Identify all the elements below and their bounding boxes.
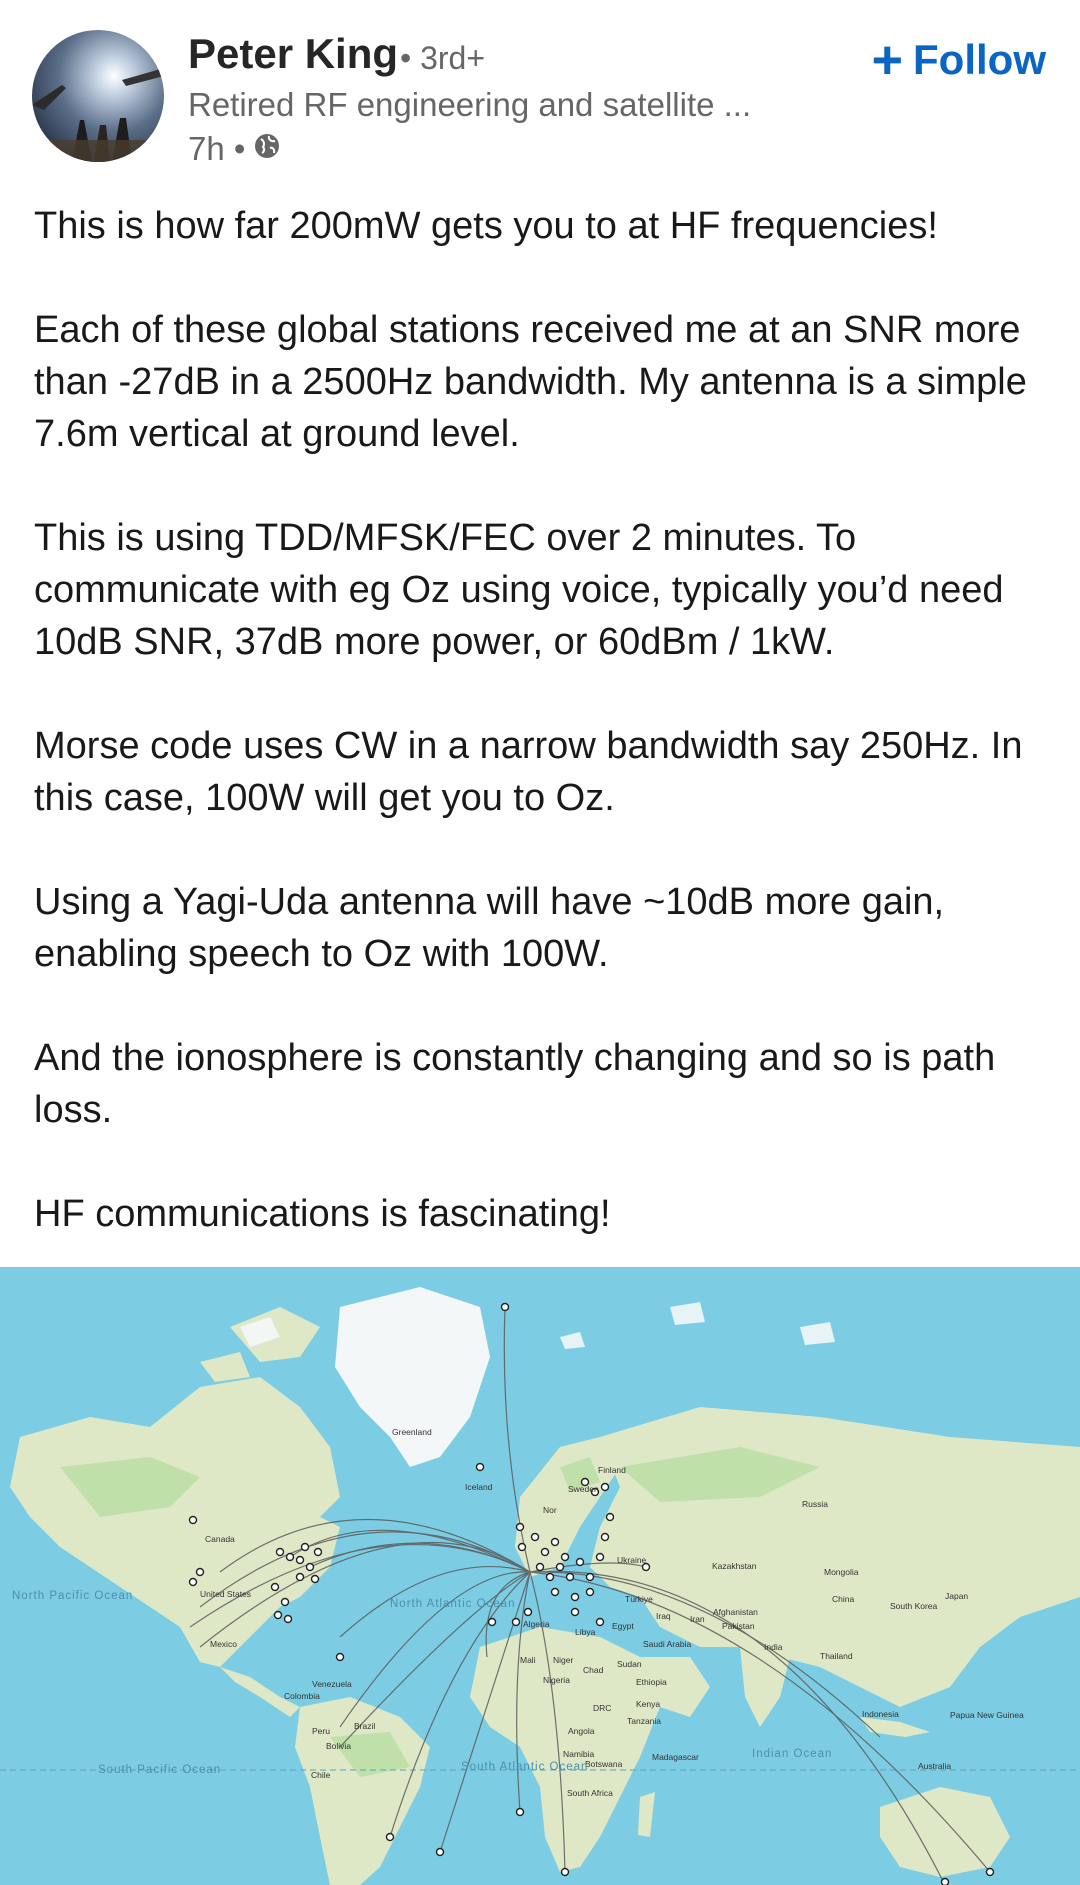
- map-label-mali: Mali: [520, 1655, 536, 1665]
- post-paragraph: Each of these global stations received m…: [34, 309, 1027, 455]
- map-label-greenland: Greenland: [392, 1427, 432, 1437]
- map-label-nigeria: Nigeria: [543, 1675, 570, 1685]
- map-label-drc: DRC: [593, 1703, 611, 1713]
- map-label-chile: Chile: [311, 1770, 331, 1780]
- author-name[interactable]: Peter King: [188, 30, 398, 78]
- post-header: Peter King • 3rd+ Retired RF engineering…: [0, 0, 1080, 190]
- map-label-australia: Australia: [918, 1761, 951, 1771]
- post-paragraph: Using a Yagi-Uda antenna will have ~10dB…: [34, 881, 945, 975]
- map-label-pakistan: Pakistan: [722, 1621, 755, 1631]
- reception-map[interactable]: Greenland Iceland Finland Sweden Nor Rus…: [0, 1267, 1080, 1885]
- post-paragraph: And the ionosphere is constantly changin…: [34, 1037, 996, 1131]
- map-label-kazakhstan: Kazakhstan: [712, 1561, 757, 1571]
- map-label-north-atlantic: North Atlantic Ocean: [390, 1598, 515, 1610]
- map-label-sweden: Sweden: [568, 1484, 599, 1494]
- map-label-botswana: Botswana: [585, 1759, 623, 1769]
- map-label-madagascar: Madagascar: [652, 1752, 699, 1762]
- map-label-brazil: Brazil: [354, 1721, 375, 1731]
- map-label-japan: Japan: [945, 1591, 968, 1601]
- map-label-tanzania: Tanzania: [627, 1716, 661, 1726]
- map-label-india: India: [764, 1642, 783, 1652]
- map-label-indian-ocean: Indian Ocean: [752, 1748, 832, 1760]
- map-label-south-africa: South Africa: [567, 1788, 613, 1798]
- map-label-papua: Papua New Guinea: [950, 1710, 1024, 1720]
- follow-label: Follow: [913, 36, 1046, 83]
- map-label-south-atlantic: South Atlantic Ocean: [461, 1761, 588, 1773]
- map-label-russia: Russia: [802, 1499, 828, 1509]
- map-label-north-pacific: North Pacific Ocean: [12, 1590, 133, 1602]
- post-paragraph: This is using TDD/MFSK/FEC over 2 minute…: [34, 517, 1004, 663]
- globe-icon: [253, 130, 281, 168]
- map-label-iceland: Iceland: [465, 1482, 493, 1492]
- map-label-finland: Finland: [598, 1465, 626, 1475]
- map-label-kenya: Kenya: [636, 1699, 660, 1709]
- map-label-south-pacific: South Pacific Ocean: [98, 1764, 221, 1776]
- post-paragraph: Morse code uses CW in a narrow bandwidth…: [34, 725, 1023, 819]
- map-label-afghanistan: Afghanistan: [713, 1607, 758, 1617]
- map-label-chad: Chad: [583, 1665, 604, 1675]
- map-label-iraq: Iraq: [656, 1611, 671, 1621]
- map-label-namibia: Namibia: [563, 1749, 594, 1759]
- post-paragraph: This is how far 200mW gets you to at HF …: [34, 205, 938, 247]
- avatar[interactable]: [32, 30, 164, 162]
- map-label-united-states: United States: [200, 1589, 251, 1599]
- map-label-niger: Niger: [553, 1655, 573, 1665]
- world-map: Greenland Iceland Finland Sweden Nor Rus…: [0, 1267, 1080, 1885]
- post-paragraph: HF communications is fascinating!: [34, 1193, 611, 1235]
- map-label-venezuela: Venezuela: [312, 1679, 352, 1689]
- map-label-peru: Peru: [312, 1726, 330, 1736]
- plus-icon: +: [871, 30, 904, 90]
- map-label-bolivia: Bolivia: [326, 1741, 351, 1751]
- map-label-china: China: [832, 1594, 854, 1604]
- map-label-saudi-arabia: Saudi Arabia: [643, 1639, 691, 1649]
- map-label-ukraine: Ukraine: [617, 1555, 647, 1565]
- map-label-norway: Nor: [543, 1505, 557, 1515]
- map-label-ethiopia: Ethiopia: [636, 1677, 667, 1687]
- author-headline: Retired RF engineering and satellite ...: [188, 86, 752, 123]
- map-label-sudan: Sudan: [617, 1659, 642, 1669]
- map-label-colombia: Colombia: [284, 1691, 320, 1701]
- map-label-angola: Angola: [568, 1726, 595, 1736]
- map-label-thailand: Thailand: [820, 1651, 853, 1661]
- map-label-canada: Canada: [205, 1534, 235, 1544]
- map-label-mongolia: Mongolia: [824, 1567, 859, 1577]
- map-label-algeria: Algeria: [523, 1619, 550, 1629]
- map-label-indonesia: Indonesia: [862, 1709, 899, 1719]
- post-time: 7h •: [188, 130, 246, 167]
- map-label-mexico: Mexico: [210, 1639, 237, 1649]
- map-label-egypt: Egypt: [612, 1621, 634, 1631]
- follow-button[interactable]: + Follow: [871, 30, 1046, 90]
- map-label-iran: Iran: [690, 1614, 705, 1624]
- connection-degree: • 3rd+: [400, 40, 486, 76]
- map-label-libya: Libya: [575, 1627, 596, 1637]
- post-meta: 7h •: [188, 130, 281, 168]
- map-label-south-korea: South Korea: [890, 1601, 938, 1611]
- post-body: This is how far 200mW gets you to at HF …: [34, 200, 1049, 1292]
- map-label-turkiye: Türkiye: [625, 1594, 653, 1604]
